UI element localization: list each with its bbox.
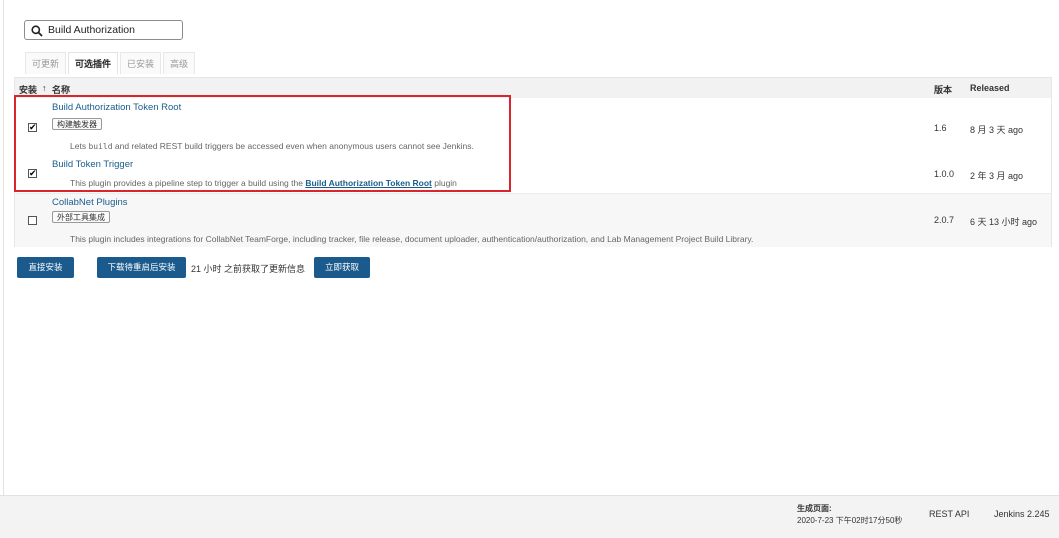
table-row: CollabNet Plugins 外部工具集成 This plugin inc… (15, 193, 1051, 247)
header-released[interactable]: Released (970, 83, 1010, 93)
plugin-name-link[interactable]: Build Token Trigger (52, 159, 133, 170)
table-row: ✔ Build Authorization Token Root 构建触发器 L… (15, 98, 1051, 155)
plugin-description: This plugin provides a pipeline step to … (70, 178, 457, 188)
tab-installed[interactable]: 已安装 (120, 52, 162, 74)
header-install[interactable]: 安装 (19, 83, 37, 96)
plugin-description: Lets build and related REST build trigge… (70, 141, 474, 151)
install-checkbox[interactable] (28, 216, 37, 225)
page-left-border (3, 0, 4, 495)
sort-arrow-icon[interactable]: ↑ (42, 83, 47, 93)
plugin-search-box[interactable] (24, 20, 183, 40)
header-name[interactable]: 名称 (52, 83, 70, 96)
table-row: ✔ Build Token Trigger This plugin provid… (15, 155, 1051, 193)
category-tag[interactable]: 构建触发器 (52, 118, 102, 130)
plugin-name-link[interactable]: Build Authorization Token Root (52, 102, 181, 113)
plugin-description: This plugin includes integrations for Co… (70, 234, 754, 244)
plugin-version: 1.0.0 (934, 169, 955, 179)
install-without-restart-button[interactable]: 直接安装 (17, 257, 74, 278)
plugin-table: 安装 ↑ 名称 版本 Released ✔ Build Authorizatio… (14, 77, 1052, 247)
page-footer: 生成页面: 2020-7-23 下午02时17分50秒 REST API Jen… (0, 495, 1059, 538)
check-mark-icon: ✔ (29, 168, 37, 178)
category-tag[interactable]: 外部工具集成 (52, 211, 110, 223)
install-checkbox[interactable]: ✔ (28, 168, 37, 178)
table-header: 安装 ↑ 名称 版本 Released (15, 78, 1051, 98)
jenkins-version-link[interactable]: Jenkins 2.245 (994, 509, 1050, 519)
plugin-link[interactable]: Build Authorization Token Root (305, 178, 432, 188)
install-checkbox[interactable]: ✔ (28, 122, 37, 132)
header-version[interactable]: 版本 (934, 83, 952, 96)
tab-available[interactable]: 可选插件 (68, 52, 119, 74)
plugin-released: 6 天 13 小时 ago (970, 217, 1038, 227)
tab-advanced[interactable]: 高级 (163, 52, 196, 74)
check-mark-icon: ✔ (29, 122, 37, 132)
search-icon (31, 25, 43, 37)
update-info-text: 21 小时 之前获取了更新信息 (191, 264, 306, 274)
plugin-tabs: 可更新 可选插件 已安装 高级 (25, 52, 196, 75)
code-snippet: build (88, 142, 113, 151)
search-input[interactable] (48, 23, 178, 37)
plugin-version: 2.0.7 (934, 215, 955, 225)
generated-label: 生成页面: (797, 504, 832, 513)
plugin-released: 8 月 3 天 ago (970, 125, 1024, 135)
generated-time: 2020-7-23 下午02时17分50秒 (797, 516, 903, 525)
plugin-name-link[interactable]: CollabNet Plugins (52, 197, 128, 208)
check-now-button[interactable]: 立即获取 (314, 257, 370, 278)
plugin-released: 2 年 3 月 ago (970, 171, 1024, 181)
download-install-after-restart-button[interactable]: 下载待重启后安装 (97, 257, 186, 278)
plugin-version: 1.6 (934, 123, 947, 133)
rest-api-link[interactable]: REST API (929, 509, 969, 519)
tab-updates[interactable]: 可更新 (25, 52, 67, 74)
